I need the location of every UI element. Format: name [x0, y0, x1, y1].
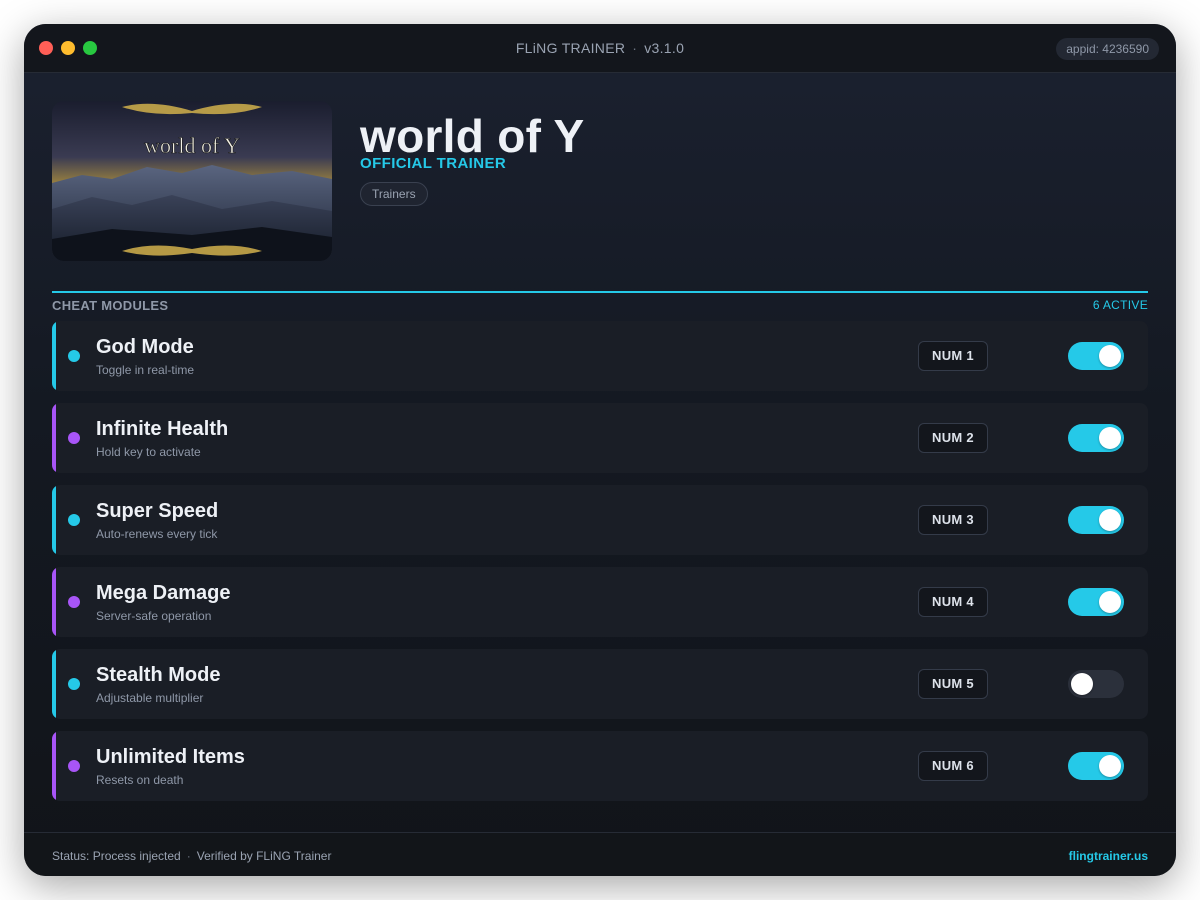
- hotkey-badge[interactable]: NUM 6: [918, 751, 988, 781]
- status-separator: ·: [186, 849, 191, 863]
- verified-label: Verified by FLiNG Trainer: [196, 849, 332, 863]
- process-status: Status: Process injected: [52, 849, 181, 863]
- module-description: Hold key to activate: [96, 445, 201, 459]
- hotkey-badge[interactable]: NUM 2: [918, 423, 988, 453]
- cheat-module-row-unlimited-items: Unlimited Items Resets on death NUM 6: [52, 731, 1148, 801]
- module-status-dot: [68, 678, 80, 690]
- module-accent-bar: [52, 731, 56, 801]
- cheat-modules-heading: CHEAT MODULES: [52, 298, 169, 313]
- module-name: Unlimited Items: [96, 746, 245, 768]
- module-description: Toggle in real-time: [96, 363, 195, 377]
- module-toggle-infinite-health[interactable]: [1068, 424, 1124, 452]
- active-count: 6 ACTIVE: [1092, 298, 1148, 312]
- module-name: God Mode: [96, 336, 194, 358]
- status-text: Status: Process injected · Verified by FLi…: [52, 849, 331, 863]
- title-separator: ·: [632, 40, 638, 56]
- status-bar: Status: Process injected · Verified by FLi…: [24, 832, 1176, 876]
- toggle-knob: [1099, 509, 1121, 531]
- toggle-knob: [1099, 345, 1121, 367]
- website-link[interactable]: flingtrainer.us: [1069, 849, 1148, 863]
- module-toggle-super-speed[interactable]: [1068, 506, 1124, 534]
- toggle-knob: [1099, 591, 1121, 613]
- toggle-knob: [1071, 673, 1093, 695]
- module-accent-bar: [52, 649, 56, 719]
- app-version: v3.1.0: [644, 40, 685, 56]
- hotkey-badge[interactable]: NUM 1: [918, 341, 988, 371]
- window-title: FLiNG TRAINER · v3.1.0: [24, 24, 1176, 73]
- title-bar: FLiNG TRAINER · v3.1.0 appid: 4236590: [24, 24, 1176, 73]
- cover-title-text: world of Y: [144, 133, 240, 158]
- module-accent-bar: [52, 485, 56, 555]
- module-toggle-unlimited-items[interactable]: [1068, 752, 1124, 780]
- module-toggle-god-mode[interactable]: [1068, 342, 1124, 370]
- appid-badge: appid: 4236590: [1056, 38, 1159, 60]
- module-name: Infinite Health: [96, 418, 229, 440]
- cheat-module-row-super-speed: Super Speed Auto-renews every tick NUM 3: [52, 485, 1148, 555]
- app-name: FLiNG TRAINER: [515, 40, 626, 56]
- cheat-module-row-infinite-health: Infinite Health Hold key to activate NUM…: [52, 403, 1148, 473]
- cover-art: world of Y: [52, 101, 332, 261]
- module-status-dot: [68, 350, 80, 362]
- cheat-module-row-mega-damage: Mega Damage Server-safe operation NUM 4: [52, 567, 1148, 637]
- hotkey-badge[interactable]: NUM 5: [918, 669, 988, 699]
- module-description: Auto-renews every tick: [96, 527, 218, 541]
- module-accent-bar: [52, 567, 56, 637]
- module-name: Stealth Mode: [96, 664, 221, 686]
- cheat-module-list: God Mode Toggle in real-time NUM 1 Infin…: [52, 321, 1148, 813]
- module-toggle-stealth-mode[interactable]: [1068, 670, 1124, 698]
- hotkey-badge[interactable]: NUM 3: [918, 505, 988, 535]
- module-description: Resets on death: [96, 773, 184, 787]
- module-accent-bar: [52, 321, 56, 391]
- cheat-module-row-stealth-mode: Stealth Mode Adjustable multiplier NUM 5: [52, 649, 1148, 719]
- module-status-dot: [68, 760, 80, 772]
- game-cover-image: world of Y: [52, 101, 332, 261]
- official-trainer-label: OFFICIAL TRAINER: [360, 155, 507, 172]
- toggle-knob: [1099, 427, 1121, 449]
- hotkey-badge[interactable]: NUM 4: [918, 587, 988, 617]
- section-divider: [52, 291, 1148, 293]
- module-name: Super Speed: [96, 500, 219, 522]
- trainers-tag[interactable]: Trainers: [360, 182, 428, 206]
- module-description: Adjustable multiplier: [96, 691, 204, 705]
- module-toggle-mega-damage[interactable]: [1068, 588, 1124, 616]
- app-window: FLiNG TRAINER · v3.1.0 appid: 4236590 wo…: [24, 24, 1176, 876]
- module-status-dot: [68, 432, 80, 444]
- module-status-dot: [68, 596, 80, 608]
- toggle-knob: [1099, 755, 1121, 777]
- module-description: Server-safe operation: [96, 609, 212, 623]
- cheat-module-row-god-mode: God Mode Toggle in real-time NUM 1: [52, 321, 1148, 391]
- module-name: Mega Damage: [96, 582, 231, 604]
- module-status-dot: [68, 514, 80, 526]
- module-accent-bar: [52, 403, 56, 473]
